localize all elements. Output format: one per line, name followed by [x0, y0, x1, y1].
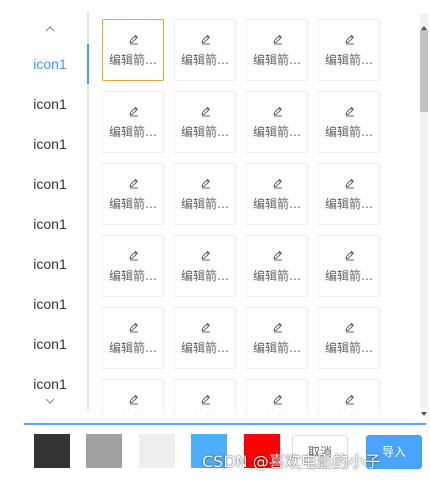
- icon-cell[interactable]: 编辑箭…: [174, 235, 236, 297]
- icon-cell-label: 编辑箭…: [324, 269, 373, 283]
- icon-cell[interactable]: 编辑箭…: [318, 19, 380, 81]
- edit-pencil-icon: [344, 174, 356, 189]
- edit-pencil-icon: [272, 390, 284, 405]
- edit-pencil-icon: [128, 174, 140, 189]
- icon-cell[interactable]: 编辑箭…: [102, 235, 164, 297]
- tab-item[interactable]: icon1: [14, 284, 86, 324]
- icon-cell-label: 编辑箭…: [247, 413, 307, 414]
- icon-cell-label: 编辑箭…: [103, 413, 163, 414]
- tab-item[interactable]: icon1: [14, 204, 86, 244]
- tab-item[interactable]: icon1: [14, 324, 86, 364]
- footer-divider: [24, 423, 426, 425]
- icon-cell[interactable]: 编辑箭…: [246, 307, 308, 369]
- icon-cell[interactable]: 编辑箭…: [246, 19, 308, 81]
- icon-cell[interactable]: 编辑箭…: [246, 379, 308, 414]
- color-swatch-dark-gray[interactable]: [34, 434, 70, 468]
- scroll-up-arrow-icon[interactable]: [421, 16, 427, 30]
- icon-cell[interactable]: 编辑箭…: [318, 379, 380, 414]
- icon-cell-label: 编辑箭…: [108, 53, 157, 67]
- edit-pencil-icon: [128, 30, 140, 45]
- edit-pencil-icon: [344, 390, 356, 405]
- edit-pencil-icon: [200, 30, 212, 45]
- icon-cell[interactable]: 编辑箭…: [102, 19, 164, 81]
- icon-cell[interactable]: 编辑箭…: [246, 91, 308, 153]
- icon-cell-label: 编辑箭…: [324, 53, 373, 67]
- edit-pencil-icon: [272, 318, 284, 333]
- edit-pencil-icon: [200, 390, 212, 405]
- edit-pencil-icon: [344, 102, 356, 117]
- icon-cell-label: 编辑箭…: [252, 125, 301, 139]
- edit-pencil-icon: [272, 102, 284, 117]
- tab-item[interactable]: icon1: [14, 164, 86, 204]
- tab-item[interactable]: icon1: [14, 84, 86, 124]
- icon-cell-label: 编辑箭…: [324, 197, 373, 211]
- edit-pencil-icon: [200, 246, 212, 261]
- icon-cell[interactable]: 编辑箭…: [174, 91, 236, 153]
- chevron-down-icon[interactable]: [44, 392, 56, 404]
- icon-cell-label: 编辑箭…: [108, 269, 157, 283]
- icon-cell-label: 编辑箭…: [252, 197, 301, 211]
- icon-cell-label: 编辑箭…: [175, 413, 235, 414]
- watermark: CSDN @喜欢电影的小子: [202, 452, 381, 471]
- edit-pencil-icon: [128, 318, 140, 333]
- edit-pencil-icon: [344, 246, 356, 261]
- icon-cell[interactable]: 编辑箭…: [318, 91, 380, 153]
- edit-pencil-icon: [128, 102, 140, 117]
- icon-cell[interactable]: 编辑箭…: [102, 379, 164, 414]
- tab-item[interactable]: icon1: [14, 44, 86, 84]
- edit-pencil-icon: [200, 318, 212, 333]
- scrollbar-thumb[interactable]: [420, 30, 428, 112]
- edit-pencil-icon: [128, 390, 140, 405]
- color-swatch-light-gray[interactable]: [139, 434, 175, 468]
- icon-cell[interactable]: 编辑箭…: [174, 307, 236, 369]
- edit-pencil-icon: [344, 30, 356, 45]
- tab-item[interactable]: icon1: [14, 244, 86, 284]
- edit-pencil-icon: [200, 102, 212, 117]
- icon-cell[interactable]: 编辑箭…: [174, 379, 236, 414]
- chevron-up-icon[interactable]: [44, 20, 56, 32]
- color-swatch-gray[interactable]: [86, 434, 122, 468]
- icon-cell-label: 编辑箭…: [252, 269, 301, 283]
- edit-pencil-icon: [272, 30, 284, 45]
- icon-cell-label: 编辑箭…: [319, 413, 379, 414]
- edit-pencil-icon: [344, 318, 356, 333]
- edit-pencil-icon: [200, 174, 212, 189]
- icon-cell[interactable]: 编辑箭…: [102, 307, 164, 369]
- icon-category-tabs: icon1 icon1 icon1 icon1 icon1 icon1 icon1 icon1…: [0, 0, 88, 416]
- icon-cell[interactable]: 编辑箭…: [102, 91, 164, 153]
- icon-cell[interactable]: 编辑箭…: [174, 19, 236, 81]
- tab-item[interactable]: icon1: [14, 124, 86, 164]
- active-tab-indicator: [87, 44, 89, 84]
- icon-cell-label: 编辑箭…: [252, 53, 301, 67]
- icon-cell-label: 编辑箭…: [180, 125, 229, 139]
- edit-pencil-icon: [272, 246, 284, 261]
- icon-cell-label: 编辑箭…: [108, 125, 157, 139]
- icon-cell-label: 编辑箭…: [108, 341, 157, 355]
- icon-grid: 编辑箭… 编辑箭… 编辑箭… 编辑箭… 编辑箭… 编辑箭… 编辑箭… 编辑箭… 编辑箭… 编辑箭……: [96, 12, 414, 414]
- edit-pencil-icon: [272, 174, 284, 189]
- scroll-down-arrow-icon[interactable]: [421, 402, 427, 416]
- icon-cell-label: 编辑箭…: [180, 53, 229, 67]
- icon-cell[interactable]: 编辑箭…: [246, 163, 308, 225]
- icon-cell-label: 编辑箭…: [324, 341, 373, 355]
- icon-cell[interactable]: 编辑箭…: [174, 163, 236, 225]
- icon-cell-label: 编辑箭…: [324, 125, 373, 139]
- icon-cell-label: 编辑箭…: [180, 197, 229, 211]
- edit-pencil-icon: [128, 246, 140, 261]
- icon-cell[interactable]: 编辑箭…: [102, 163, 164, 225]
- icon-cell[interactable]: 编辑箭…: [318, 235, 380, 297]
- icon-cell[interactable]: 编辑箭…: [246, 235, 308, 297]
- icon-cell-label: 编辑箭…: [252, 341, 301, 355]
- icon-cell[interactable]: 编辑箭…: [318, 307, 380, 369]
- icon-cell-label: 编辑箭…: [180, 341, 229, 355]
- icon-cell-label: 编辑箭…: [180, 269, 229, 283]
- icon-cell[interactable]: 编辑箭…: [318, 163, 380, 225]
- icon-cell-label: 编辑箭…: [108, 197, 157, 211]
